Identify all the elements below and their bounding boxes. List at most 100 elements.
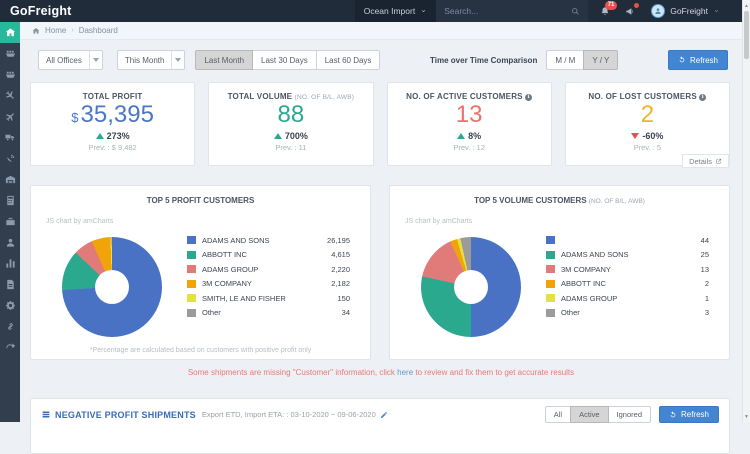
legend-item[interactable]: Other 3 xyxy=(546,306,709,321)
comparison-label: Time over Time Comparison xyxy=(430,55,538,65)
announcements-button[interactable] xyxy=(625,2,640,17)
chart-footnote: *Percentage are calculated based on cust… xyxy=(89,347,312,354)
announcement-dot xyxy=(634,2,640,8)
legend-item[interactable]: ABBOTT INC 4,615 xyxy=(187,248,350,263)
sidebar-nav xyxy=(0,22,20,422)
sidebar-item-settings[interactable] xyxy=(0,295,20,316)
kpi-change: 8% xyxy=(388,131,551,141)
sidebar-item-reports[interactable] xyxy=(0,253,20,274)
kpi-previous: Prev. : $ 9,482 xyxy=(88,143,137,153)
legend-value: 34 xyxy=(341,308,350,318)
sidebar-item-ocean-export[interactable] xyxy=(0,64,20,85)
legend-label: Other xyxy=(202,308,221,318)
sidebar-item-air-export[interactable] xyxy=(0,106,20,127)
home-icon xyxy=(5,28,15,37)
range-button-last-month[interactable]: Last Month xyxy=(195,50,254,70)
kpi-row: TOTAL PROFIT i $35,395 273% Prev. : $ 9,… xyxy=(30,82,730,166)
scrollbar-thumb[interactable] xyxy=(744,11,749,59)
legend-item[interactable]: ADAMS GROUP 2,220 xyxy=(187,262,350,277)
module-selector[interactable]: Ocean Import xyxy=(354,0,437,22)
shipment-filter-ignored[interactable]: Ignored xyxy=(607,406,651,423)
external-link-icon xyxy=(716,158,722,164)
legend-item[interactable]: ADAMS AND SONS 26,195 xyxy=(187,233,350,248)
legend-label: ABBOTT INC xyxy=(561,279,606,289)
fix-here-link[interactable]: here xyxy=(397,368,413,377)
notifications-bell[interactable]: 71 xyxy=(600,0,617,17)
notification-badge: 71 xyxy=(605,0,617,10)
search-icon[interactable] xyxy=(571,7,580,16)
donut-chart[interactable] xyxy=(421,237,521,337)
legend-item[interactable]: 3M COMPANY 2,182 xyxy=(187,277,350,292)
sidebar-item-management[interactable] xyxy=(0,211,20,232)
edit-pencil-icon[interactable] xyxy=(380,411,388,419)
refresh-icon xyxy=(670,410,676,417)
legend-label: 3M COMPANY xyxy=(561,264,611,274)
navbar-right: Ocean Import 71 GoFreight xyxy=(354,0,742,22)
kpi-change: 273% xyxy=(31,131,194,141)
export-icon xyxy=(5,343,15,349)
shipment-filter-all[interactable]: All xyxy=(544,406,572,423)
donut-wrap xyxy=(47,225,177,337)
legend-swatch xyxy=(187,265,196,274)
legend-item[interactable]: SMITH, LE AND FISHER 150 xyxy=(187,291,350,306)
trucking-icon xyxy=(4,134,14,141)
amcharts-watermark[interactable]: JS chart by amCharts xyxy=(405,218,472,225)
legend-item[interactable]: ADAMS AND SONS 25 xyxy=(546,248,709,263)
shipment-filter-active[interactable]: Active xyxy=(570,406,609,423)
legend-value: 3 xyxy=(704,308,709,318)
chart-body: 44 ADAMS AND SONS 25 3M COMPANY 13 ABBOTT INC… xyxy=(390,225,729,337)
sidebar-item-accounting[interactable] xyxy=(0,190,20,211)
info-icon[interactable]: i xyxy=(699,94,707,101)
legend-swatch xyxy=(546,265,555,274)
sidebar-item-tracking[interactable] xyxy=(0,148,20,169)
period-select[interactable]: This Month xyxy=(116,50,186,70)
legend-item[interactable]: Other 34 xyxy=(187,306,350,321)
legend-item[interactable]: ABBOTT INC 2 xyxy=(546,277,709,292)
kpi-value: 2 xyxy=(640,101,655,128)
sidebar-item-documents[interactable] xyxy=(0,274,20,295)
scroll-down-arrow[interactable]: ▼ xyxy=(743,412,750,421)
donut-chart[interactable] xyxy=(62,237,162,337)
legend-label: SMITH, LE AND FISHER xyxy=(202,293,286,303)
user-menu[interactable]: GoFreight xyxy=(651,4,730,18)
trend-arrow-icon xyxy=(95,133,104,140)
refresh-button[interactable]: Refresh xyxy=(667,50,728,70)
sidebar-item-export[interactable] xyxy=(0,337,20,358)
settings-icon xyxy=(5,301,15,310)
volume-customers-chart-card: TOP 5 VOLUME CUSTOMERS (NO. OF B/L, AWB)… xyxy=(389,185,730,360)
sidebar-item-ocean-import[interactable] xyxy=(0,43,20,64)
legend-item[interactable]: 3M COMPANY 13 xyxy=(546,262,709,277)
panel-title: NEGATIVE PROFIT SHIPMENTS xyxy=(41,410,196,420)
panel-refresh-button[interactable]: Refresh xyxy=(658,406,719,423)
sidebar-item-air-import[interactable] xyxy=(0,85,20,106)
air-import-icon xyxy=(5,91,14,99)
trend-arrow-icon xyxy=(631,133,640,140)
search-input[interactable] xyxy=(444,6,572,16)
sidebar-item-customers[interactable] xyxy=(0,232,20,253)
shipment-filter-group: All Active Ignored xyxy=(544,406,651,423)
comparison-button-m-m[interactable]: M / M xyxy=(546,50,585,70)
management-icon xyxy=(5,217,15,226)
scroll-up-arrow[interactable]: ▲ xyxy=(743,1,750,10)
details-link[interactable]: Details xyxy=(682,154,729,168)
accounting-icon xyxy=(6,195,14,206)
legend-value: 2,220 xyxy=(331,264,350,274)
amcharts-watermark[interactable]: JS chart by amCharts xyxy=(46,218,113,225)
range-button-last-60-days[interactable]: Last 60 Days xyxy=(315,50,381,70)
sidebar-item-warehouse[interactable] xyxy=(0,169,20,190)
vertical-scrollbar[interactable]: ▲ ▼ xyxy=(742,0,750,422)
legend-value: 44 xyxy=(700,235,709,245)
info-icon[interactable]: i xyxy=(525,94,533,101)
comparison-button-y-y[interactable]: Y / Y xyxy=(583,50,619,70)
legend-item[interactable]: ADAMS GROUP 1 xyxy=(546,291,709,306)
sidebar-item-trucking[interactable] xyxy=(0,127,20,148)
legend-item[interactable]: 44 xyxy=(546,233,709,248)
kpi-title: TOTAL PROFIT i xyxy=(82,92,143,101)
range-button-last-30-days[interactable]: Last 30 Days xyxy=(252,50,317,70)
kpi-card-total-profit: TOTAL PROFIT i $35,395 273% Prev. : $ 9,… xyxy=(30,82,196,166)
legend-value: 4,615 xyxy=(331,250,350,260)
office-select[interactable]: All Offices xyxy=(38,50,103,70)
breadcrumb-home[interactable]: Home xyxy=(45,26,66,35)
sidebar-item-integrations[interactable] xyxy=(0,316,20,337)
sidebar-item-home[interactable] xyxy=(0,22,20,43)
